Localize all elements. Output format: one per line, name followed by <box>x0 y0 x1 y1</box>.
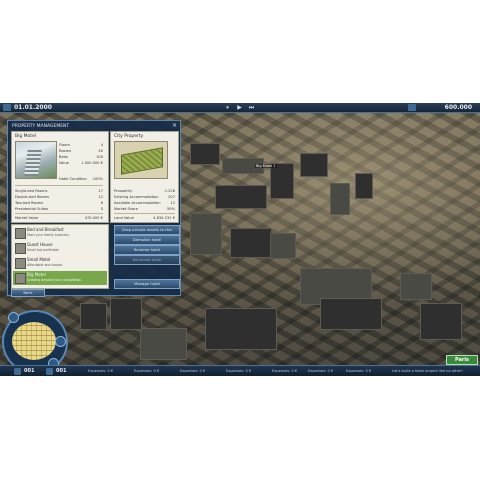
rotate-button[interactable] <box>55 336 66 347</box>
ticker-item: Expenses: 0 € <box>346 369 372 373</box>
ticker-message: Let's build a hotel empire like no other… <box>392 369 463 373</box>
building[interactable] <box>400 273 432 300</box>
property-icon <box>46 368 53 375</box>
building[interactable] <box>140 328 187 360</box>
hotel-type-bed-and-breakfast[interactable]: Bed and Breakfast Start your family busi… <box>13 226 107 240</box>
ticker-item: Expenses: 0 € <box>308 369 334 373</box>
room-row: Single-bed Rooms 17 <box>15 189 103 193</box>
manage-hotel-button[interactable]: Manage hotel <box>114 279 180 289</box>
building[interactable] <box>300 153 328 177</box>
property-stat: Available Accommodation 12 <box>114 201 175 205</box>
stat-row: Rooms 40 <box>59 149 103 153</box>
game-screen: Big Motel 1 01.01.2000 ⏸ ▶ ⏭ 600.000 PRO… <box>0 103 480 376</box>
hotel-icon <box>14 368 21 375</box>
building[interactable] <box>320 298 382 330</box>
building[interactable] <box>80 303 107 330</box>
market-value: Market Value 470.000 € <box>15 216 103 220</box>
city-name-badge[interactable]: Paris <box>446 355 478 365</box>
building[interactable] <box>190 143 220 165</box>
property-title: City Property <box>114 134 144 139</box>
divider <box>15 213 103 214</box>
city-property-card: City Property Prosperity 1.228 Existing A… <box>110 131 179 223</box>
property-count: 001 <box>56 368 67 374</box>
ticker-item: Expenses: 0 € <box>180 369 206 373</box>
building[interactable] <box>110 298 142 330</box>
bed-and-breakfast-icon <box>15 228 26 239</box>
lot-thumbnail <box>114 141 168 179</box>
hotel-count: 001 <box>24 368 35 374</box>
fast-forward-button[interactable]: ⏭ <box>248 104 255 111</box>
top-bar: 01.01.2000 ⏸ ▶ ⏭ 600.000 <box>0 103 480 113</box>
property-stat: Prosperity 1.228 <box>114 189 175 193</box>
ticker-item: Expenses: 0 € <box>226 369 252 373</box>
money-balance: 600.000 <box>444 104 472 111</box>
building[interactable] <box>420 303 462 340</box>
pause-button[interactable]: ⏸ <box>224 104 231 111</box>
hotel-type-list: Bed and Breakfast Start your family busi… <box>11 224 109 289</box>
play-button[interactable]: ▶ <box>236 104 243 111</box>
ticker-item: Expenses: 0 € <box>272 369 298 373</box>
ticker-item: Expenses: 0 € <box>134 369 160 373</box>
land-value: Land Value 4.634.231 € <box>114 216 175 220</box>
big-motel-icon <box>15 273 26 284</box>
ticker-item: Expenses: 0 € <box>88 369 114 373</box>
hotel-card: Big Motel Floors 4 Rooms 40 Beds 100 Value 1… <box>11 131 109 223</box>
rename-hotel-button[interactable]: Rename hotel <box>114 245 180 255</box>
building[interactable] <box>355 173 373 199</box>
hotel-type-small-motel[interactable]: Small Motel Affordable and simple. <box>13 256 107 270</box>
stat-row: Beds 100 <box>59 155 103 159</box>
building[interactable] <box>190 213 222 255</box>
hotel-name: Big Motel <box>15 134 37 139</box>
back-button[interactable]: Back <box>11 289 45 297</box>
hotel-condition: Hotel Condition 100% <box>59 177 103 181</box>
building[interactable] <box>205 308 277 350</box>
hotel-type-guest-house[interactable]: Guest House Small but profitable. <box>13 241 107 255</box>
renovate-hotel-button[interactable]: Renovate hotel <box>114 255 180 265</box>
close-icon[interactable]: × <box>172 123 177 129</box>
divider <box>15 185 103 186</box>
small-motel-icon <box>15 258 26 269</box>
hotel-map-tag[interactable]: Big Motel 1 <box>255 164 277 168</box>
divider <box>114 213 175 214</box>
property-management-panel: PROPERTY MANAGEMENT × Big Motel Floors 4 … <box>7 120 181 297</box>
hotel-type-big-motel[interactable]: Big Motel Growing beyond your competitio… <box>13 271 107 285</box>
room-row: Double-bed Rooms 12 <box>15 195 103 199</box>
bottom-bar: 001 001 Expenses: 0 € Expenses: 0 € Expe… <box>0 365 480 376</box>
drop-assets-button[interactable]: Drop private assets to this property <box>114 225 180 240</box>
game-date: 01.01.2000 <box>14 104 52 111</box>
guest-house-icon <box>15 243 26 254</box>
building[interactable] <box>270 233 296 259</box>
demolish-hotel-button[interactable]: Demolish hotel <box>114 235 180 245</box>
room-row: Two-bed Rooms 6 <box>15 201 103 205</box>
calendar-icon <box>3 104 11 111</box>
building[interactable] <box>230 228 272 258</box>
property-stat: Existing Accommodation 207 <box>114 195 175 199</box>
zoom-in-button[interactable] <box>8 312 19 323</box>
property-stat: Market Share 59% <box>114 207 175 211</box>
building[interactable] <box>215 185 267 209</box>
stat-row: Value 1.000.000 € <box>59 161 103 165</box>
hotel-thumbnail <box>15 141 57 179</box>
stat-row: Floors 4 <box>59 143 103 147</box>
panel-title: PROPERTY MANAGEMENT <box>12 124 70 129</box>
building[interactable] <box>330 183 350 215</box>
building[interactable] <box>270 163 294 199</box>
room-row: Presidential Suites 5 <box>15 207 103 211</box>
money-icon <box>408 104 416 111</box>
